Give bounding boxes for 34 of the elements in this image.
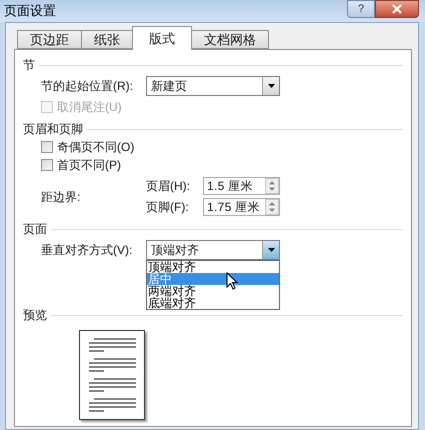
tab[interactable]: 纸张 [81,30,133,49]
section-start-dropdown[interactable]: 新建页 [146,76,280,96]
tab[interactable]: 版式 [132,26,192,50]
group-heading: 页眉和页脚 [23,121,83,138]
field-label: 距边界: [41,188,82,206]
field-label: 垂直对齐方式(V): [41,242,134,259]
group-heading: 预览 [23,307,47,324]
close-icon [392,4,402,14]
checkbox-label: 首页不同(P) [57,157,121,174]
group-heading: 页面 [23,221,47,238]
spin-field[interactable]: 1.5 厘米 [203,177,280,195]
checkbox[interactable] [41,141,53,153]
group-heading: 节 [23,57,35,74]
dropdown-option[interactable]: 底端对齐 [147,297,279,309]
tab[interactable]: 文档网格 [191,30,269,49]
spinner-arrows-icon[interactable] [265,178,279,194]
tab[interactable]: 页边距 [17,30,82,49]
dropdown-option[interactable]: 顶端对齐 [147,261,279,273]
dropdown-option[interactable]: 两端对齐 [147,285,279,297]
close-button[interactable] [375,0,419,18]
window-title: 页面设置 [4,2,56,20]
dropdown-arrow-icon [268,248,274,252]
mouse-pointer-icon [226,272,238,290]
field-label: 页眉(H): [146,178,191,195]
vertical-alignment-dropdown[interactable]: 顶端对齐 [146,240,280,260]
field-label: 节的起始位置(R): [41,78,134,95]
checkbox-label: 奇偶页不同(O) [57,139,134,156]
checkbox-label: 取消尾注(U) [57,99,122,116]
field-label: 页脚(F): [146,199,190,216]
spin-field[interactable]: 1.75 厘米 [203,198,280,216]
spinner-arrows-icon[interactable] [265,199,279,215]
checkbox[interactable] [41,159,53,171]
dropdown-arrow-icon [268,84,274,88]
help-button[interactable]: ? [347,0,375,18]
